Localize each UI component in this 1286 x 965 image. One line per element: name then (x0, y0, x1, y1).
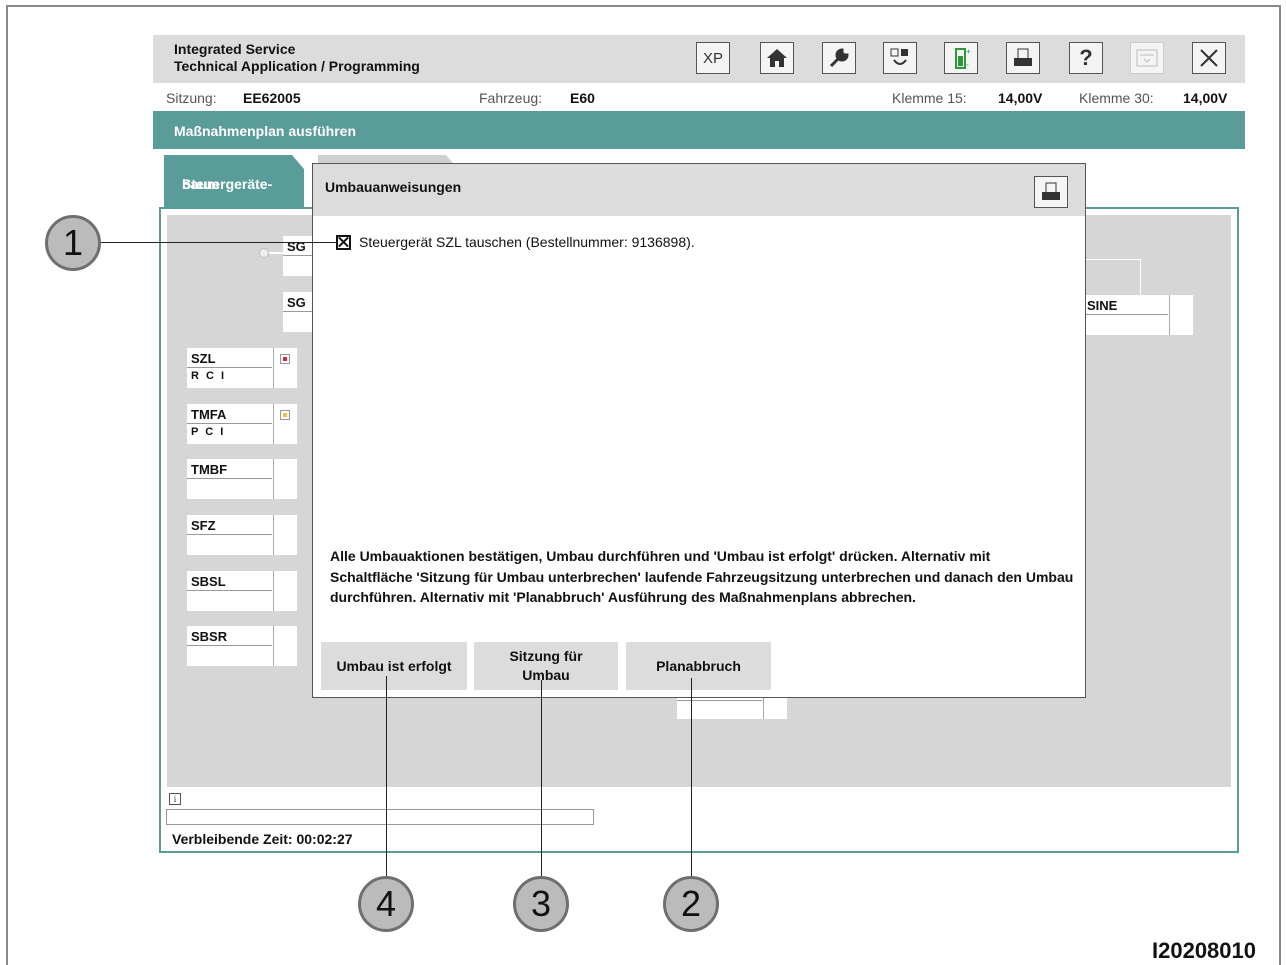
xp-button[interactable]: XP (696, 42, 730, 74)
sitzung-label: Sitzung: (166, 90, 217, 106)
tree-connector (1083, 259, 1141, 260)
info-icon: i (169, 793, 181, 805)
app-header: Integrated Service Technical Application… (153, 35, 1245, 83)
klemme15-value: 14,00V (998, 90, 1043, 106)
battery-button[interactable]: + - (944, 42, 978, 74)
question-icon: ? (1079, 45, 1093, 70)
klemme15-label: Klemme 15: (892, 90, 967, 106)
plan-abort-button[interactable]: Planabbruch (626, 642, 771, 690)
svg-text:-: - (966, 60, 969, 69)
session-bar: Sitzung: EE62005 Fahrzeug: E60 Klemme 15… (153, 83, 1245, 111)
service-button[interactable] (822, 42, 856, 74)
remaining-time: Verbleibende Zeit: 00:02:27 (172, 831, 353, 847)
progress-bar (166, 809, 594, 825)
callout-4: 4 (358, 876, 414, 932)
tree-node-sbsr[interactable]: SBSR (187, 626, 297, 666)
dialog-print-button[interactable] (1034, 176, 1068, 208)
klemme30-value: 14,00V (1183, 90, 1228, 106)
fahrzeug-label: Fahrzeug: (479, 90, 543, 106)
tree-node-sbsl[interactable]: SBSL (187, 571, 297, 611)
home-icon (767, 49, 787, 67)
ecu-swap-icon (890, 48, 908, 65)
callout-line-3 (541, 680, 542, 878)
svg-text:+: + (966, 47, 971, 56)
battery-icon: +- (955, 47, 971, 69)
tree-connector (1140, 259, 1141, 295)
task-item[interactable]: Steuergerät SZL tauschen (Bestellnummer:… (336, 234, 695, 250)
page-title: Maßnahmenplan ausführen (174, 123, 357, 139)
home-button[interactable] (760, 42, 794, 74)
status-marker-yellow (280, 410, 290, 420)
task-checkbox[interactable] (336, 234, 351, 250)
printer-icon (1014, 48, 1032, 66)
callout-line-2 (691, 678, 692, 878)
tree-node-tmfa[interactable]: TMFA P C I (187, 404, 297, 444)
vehicle-button[interactable] (883, 42, 917, 74)
pause-session-button[interactable]: Sitzung für Umbau (474, 642, 618, 690)
callout-2: 2 (663, 876, 719, 932)
dialog-instructions: Alle Umbauaktionen bestätigen, Umbau dur… (330, 548, 1074, 605)
klemme30-label: Klemme 30: (1079, 90, 1154, 106)
umbau-dialog: Umbauanweisungen Steuergerät SZL tausche… (312, 163, 1086, 698)
printer-icon (1042, 182, 1060, 200)
task-label: Steuergerät SZL tauschen (Bestellnummer:… (359, 234, 695, 250)
page-title-bar: Maßnahmenplan ausführen (153, 111, 1245, 149)
app-title: Integrated Service Technical Application… (174, 41, 420, 74)
image-id: I20208010 (1152, 938, 1256, 963)
status-marker-red (280, 354, 290, 364)
xp-label: XP (702, 49, 723, 67)
callout-line-1 (100, 242, 338, 243)
callout-3: 3 (513, 876, 569, 932)
tree-node-sine[interactable]: SINE (1083, 295, 1193, 335)
tree-root-dot (259, 248, 269, 258)
help-button[interactable]: ? (1069, 42, 1103, 74)
close-icon (1200, 49, 1218, 67)
minimize-button[interactable] (1130, 42, 1164, 74)
dialog-title: Umbauanweisungen (325, 179, 462, 195)
tree-node-szl[interactable]: SZL R C I (187, 348, 297, 388)
dialog-header: Umbauanweisungen (313, 164, 1085, 216)
tree-node-tmbf[interactable]: TMBF (187, 459, 297, 499)
tree-node-sfz[interactable]: SFZ (187, 515, 297, 555)
close-button[interactable] (1192, 42, 1226, 74)
wrench-icon (829, 48, 849, 68)
callout-1: 1 (45, 215, 101, 271)
print-button[interactable] (1006, 42, 1040, 74)
sitzung-value: EE62005 (243, 90, 301, 106)
umbau-done-button[interactable]: Umbau ist erfolgt (321, 642, 467, 690)
fahrzeug-value: E60 (570, 90, 595, 106)
callout-line-4 (386, 676, 387, 878)
window-icon (1136, 49, 1158, 67)
tab-steuergeraetebaum[interactable]: Steuergeräte- baum (164, 155, 304, 207)
